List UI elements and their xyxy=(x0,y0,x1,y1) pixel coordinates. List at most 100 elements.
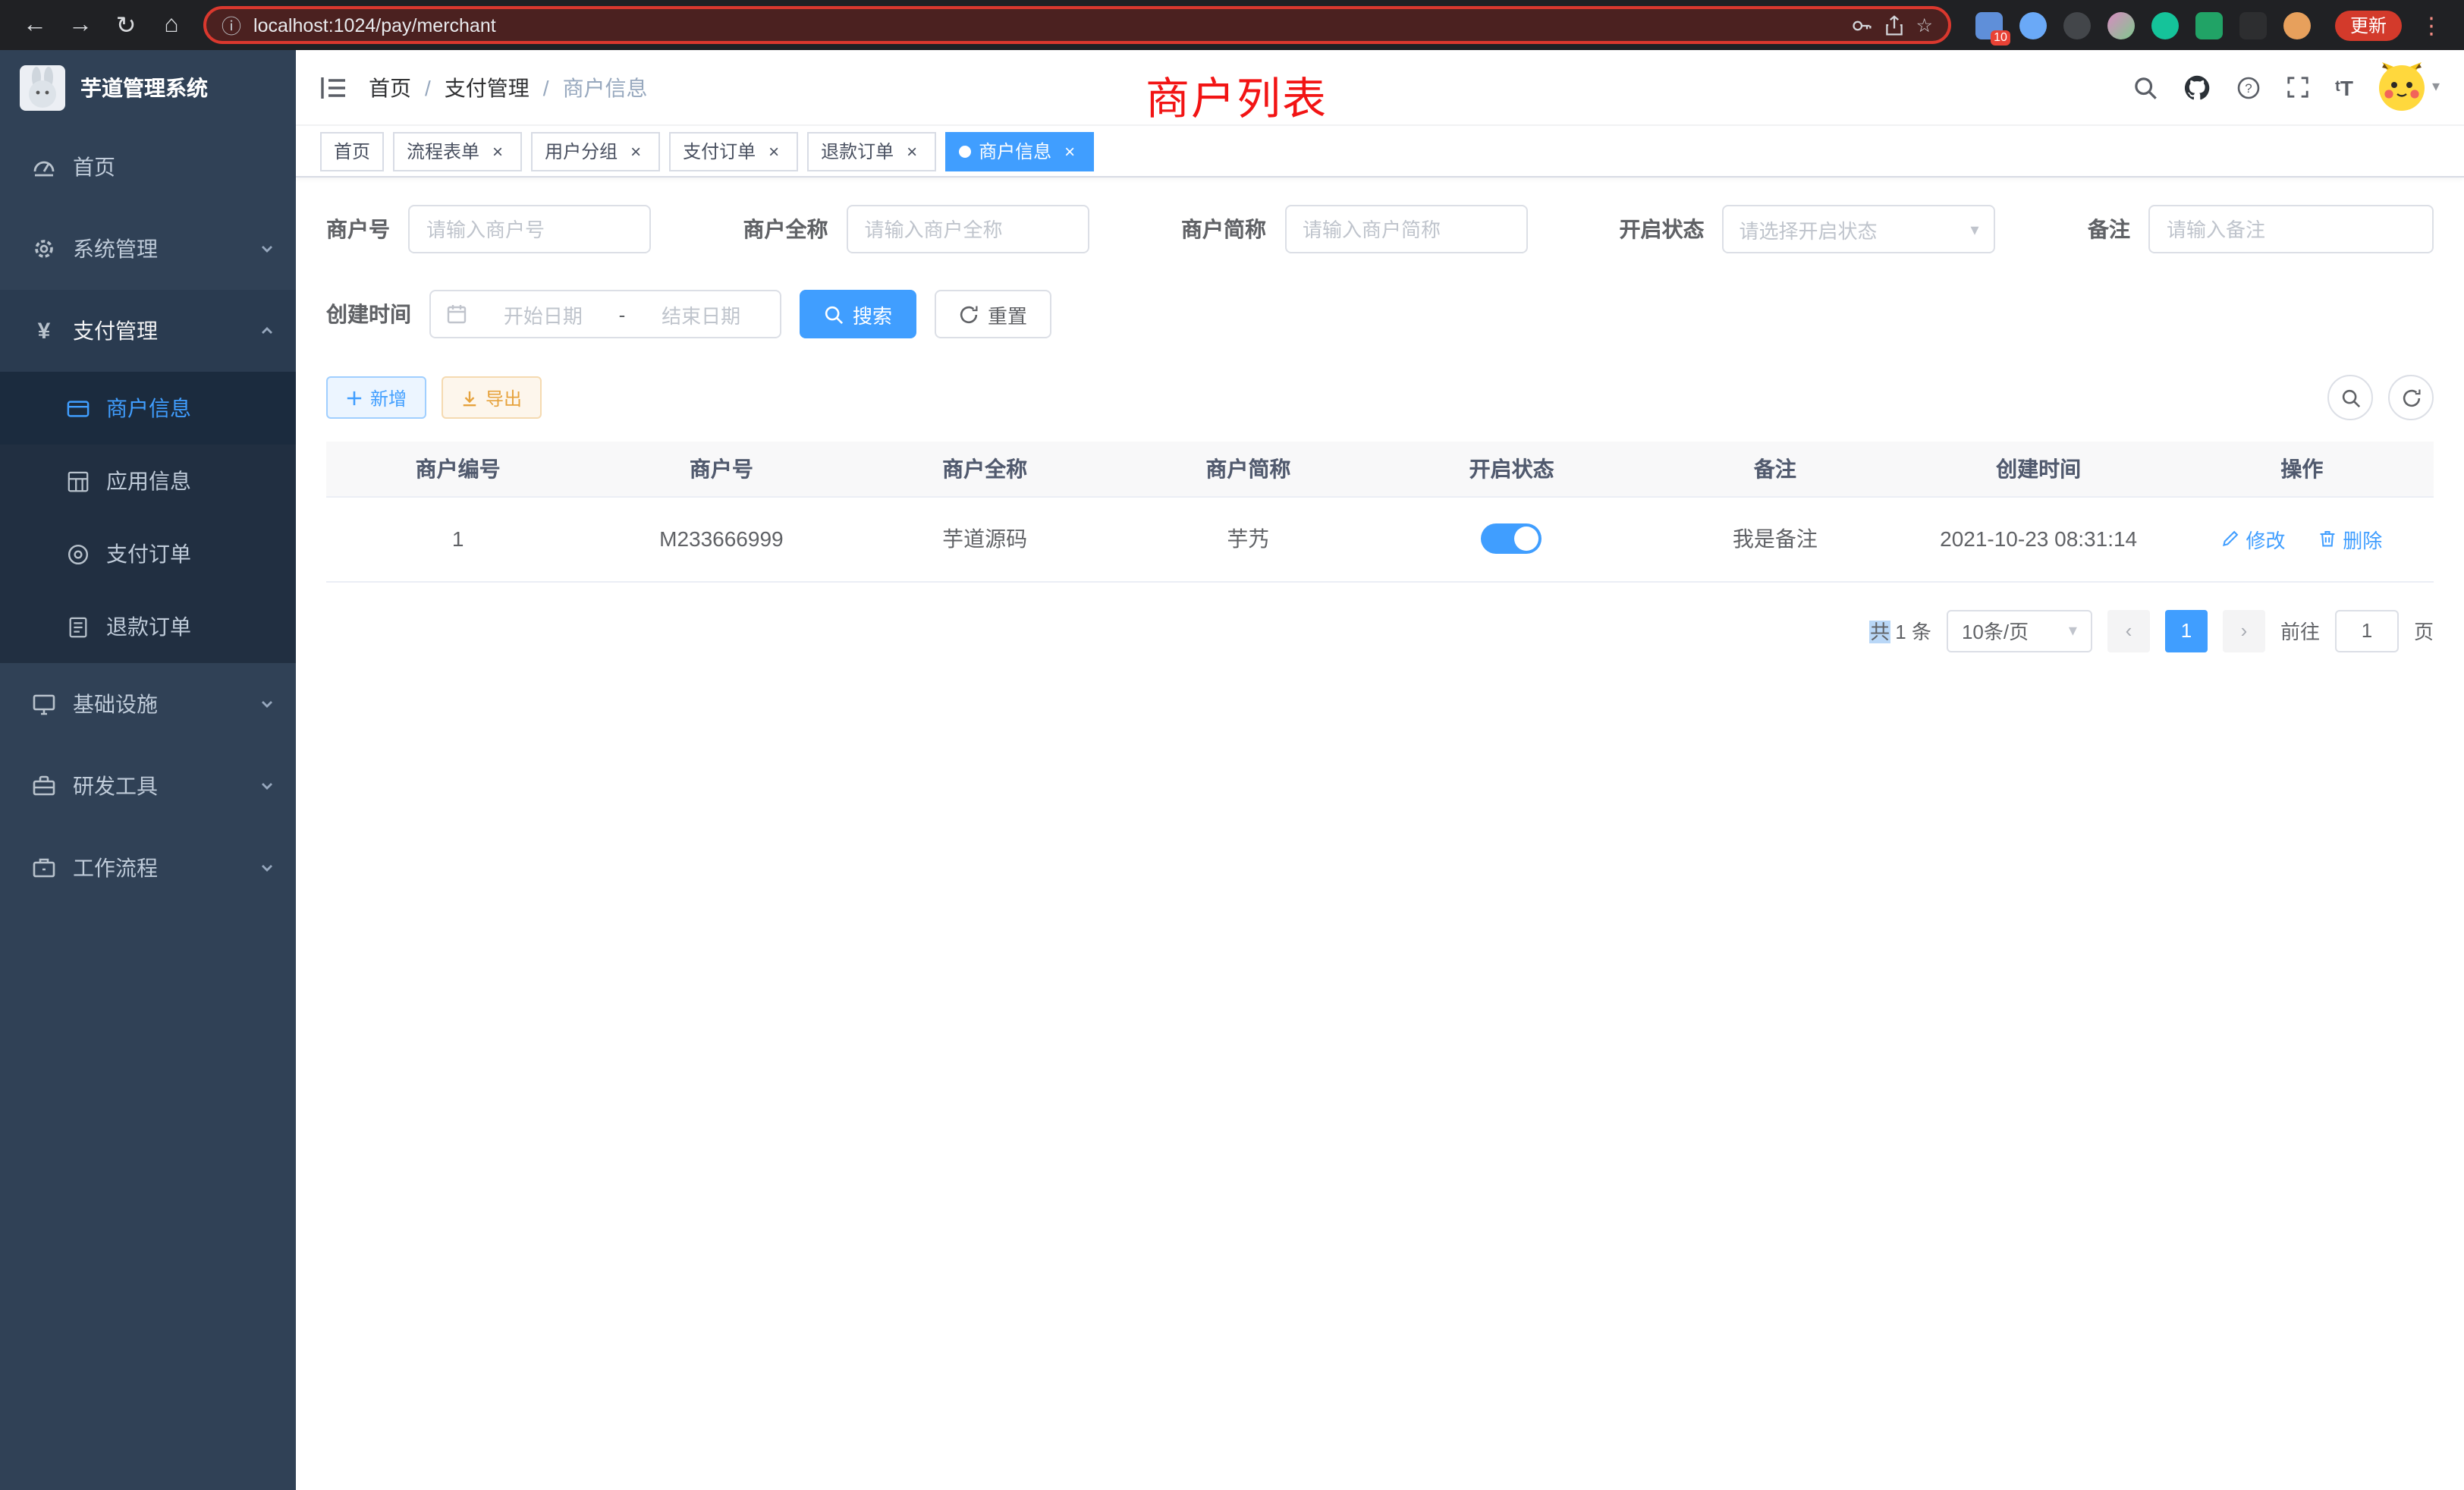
browser-extension-icon[interactable]: 10 xyxy=(1975,11,2003,39)
sidebar-item-dev-tools[interactable]: 研发工具 xyxy=(0,745,296,827)
browser-profile-avatar[interactable] xyxy=(2283,11,2311,39)
date-range-picker[interactable]: 开始日期 - 结束日期 xyxy=(429,290,781,338)
hide-search-button[interactable] xyxy=(2327,375,2373,420)
tab-user-group[interactable]: 用户分组 × xyxy=(531,131,660,171)
sidebar-item-infrastructure[interactable]: 基础设施 xyxy=(0,663,296,745)
export-button[interactable]: 导出 xyxy=(442,376,542,419)
breadcrumb-item[interactable]: 首页 xyxy=(369,72,411,102)
help-icon[interactable]: ? xyxy=(2236,75,2261,99)
next-page-button[interactable]: › xyxy=(2223,609,2265,652)
sidebar-item-payment[interactable]: ¥ 支付管理 xyxy=(0,290,296,372)
pagination: 共 1 条 10条/页 ▾ ‹ 1 › 前往 页 xyxy=(326,609,2434,652)
browser-home-icon[interactable]: ⌂ xyxy=(152,5,191,45)
tab-close-icon[interactable]: × xyxy=(901,140,922,162)
reset-button[interactable]: 重置 xyxy=(935,290,1051,338)
breadcrumb: 首页 / 支付管理 / 商户信息 xyxy=(369,72,648,102)
browser-menu-icon[interactable]: ⋮ xyxy=(2414,11,2449,39)
delete-link[interactable]: 删除 xyxy=(2318,524,2382,553)
short-name-input[interactable] xyxy=(1284,205,1527,253)
user-menu[interactable]: ▾ xyxy=(2379,64,2440,110)
status-toggle[interactable] xyxy=(1482,523,1542,554)
app-window: 芋道管理系统 首页 系统管理 ¥ 支付管理 xyxy=(0,50,2464,1490)
filter-merchant-no: 商户号 xyxy=(326,205,651,253)
edit-link[interactable]: 修改 xyxy=(2221,524,2285,553)
sidebar-item-merchant-info[interactable]: 商户信息 xyxy=(0,372,296,445)
share-icon[interactable] xyxy=(1884,14,1904,36)
merchant-name-input[interactable] xyxy=(847,205,1089,253)
browser-reload-icon[interactable]: ↻ xyxy=(106,5,146,45)
key-icon[interactable] xyxy=(1851,14,1872,36)
search-button[interactable]: 搜索 xyxy=(800,290,916,338)
column-header: 创建时间 xyxy=(1907,442,2170,496)
info-icon[interactable]: ⓘ xyxy=(222,11,241,39)
browser-back-icon[interactable]: ← xyxy=(15,5,55,45)
merchant-no-input[interactable] xyxy=(408,205,651,253)
pagination-total: 共 1 条 xyxy=(1870,616,1931,645)
sidebar-item-pay-order[interactable]: 支付订单 xyxy=(0,517,296,590)
tab-label: 支付订单 xyxy=(683,138,756,164)
font-size-icon[interactable]: tT xyxy=(2335,75,2353,99)
plus-icon xyxy=(346,389,363,406)
search-button-label: 搜索 xyxy=(853,300,892,328)
sidebar-item-system[interactable]: 系统管理 xyxy=(0,208,296,290)
github-icon[interactable] xyxy=(2183,74,2211,101)
prev-page-button[interactable]: ‹ xyxy=(2107,609,2150,652)
cell-status xyxy=(1380,496,1643,581)
browser-update-button[interactable]: 更新 xyxy=(2335,10,2402,40)
column-header: 商户号 xyxy=(589,442,853,496)
select-placeholder: 请选择开启状态 xyxy=(1740,215,1878,244)
browser-forward-icon[interactable]: → xyxy=(61,5,100,45)
browser-extension-icon[interactable] xyxy=(2239,11,2267,39)
goto-page-input[interactable] xyxy=(2335,609,2399,652)
add-button[interactable]: 新增 xyxy=(326,376,426,419)
field-label: 商户简称 xyxy=(1181,214,1266,244)
tab-pay-order[interactable]: 支付订单 × xyxy=(669,131,798,171)
tab-merchant-info[interactable]: 商户信息 × xyxy=(945,131,1094,171)
refresh-table-button[interactable] xyxy=(2388,375,2434,420)
sidebar-group-payment: ¥ 支付管理 商户信息 应用信息 xyxy=(0,290,296,663)
extension-badge: 10 xyxy=(1991,30,2010,45)
tab-close-icon[interactable]: × xyxy=(1059,140,1080,162)
trash-icon xyxy=(2318,530,2337,548)
browser-extension-icon[interactable] xyxy=(2019,11,2047,39)
breadcrumb-item[interactable]: 支付管理 xyxy=(445,72,530,102)
table-header-row: 商户编号 商户号 商户全称 商户简称 开启状态 备注 创建时间 操作 xyxy=(326,442,2434,496)
browser-toolbar: ← → ↻ ⌂ ⓘ localhost:1024/pay/merchant ☆ … xyxy=(0,0,2464,50)
tab-close-icon[interactable]: × xyxy=(625,140,646,162)
fullscreen-icon[interactable] xyxy=(2286,76,2309,99)
field-label: 开启状态 xyxy=(1620,214,1705,244)
date-separator: - xyxy=(619,303,626,325)
tab-refund-order[interactable]: 退款订单 × xyxy=(807,131,936,171)
bookmark-star-icon[interactable]: ☆ xyxy=(1916,14,1933,36)
card-icon xyxy=(64,397,91,420)
sidebar-item-label: 支付管理 xyxy=(73,316,158,346)
pagination-total-rest: 1 条 xyxy=(1895,621,1931,643)
tab-process-form[interactable]: 流程表单 × xyxy=(393,131,522,171)
page-size-select[interactable]: 10条/页 ▾ xyxy=(1947,609,2092,652)
browser-extension-icon[interactable] xyxy=(2063,11,2091,39)
filter-form-row-2: 创建时间 开始日期 - 结束日期 搜索 xyxy=(326,290,2434,338)
sidebar-item-home[interactable]: 首页 xyxy=(0,126,296,208)
status-select[interactable]: 请选择开启状态 ▾ xyxy=(1723,205,1996,253)
chevron-down-icon xyxy=(259,860,275,875)
tab-close-icon[interactable]: × xyxy=(487,140,508,162)
sidebar-fold-icon[interactable] xyxy=(320,75,347,99)
browser-extension-icon[interactable] xyxy=(2107,11,2135,39)
tab-home[interactable]: 首页 xyxy=(320,131,384,171)
sidebar-item-refund-order[interactable]: 退款订单 xyxy=(0,590,296,663)
page-number-button[interactable]: 1 xyxy=(2165,609,2208,652)
yen-icon: ¥ xyxy=(30,318,58,344)
sidebar-item-workflow[interactable]: 工作流程 xyxy=(0,827,296,909)
app-logo[interactable]: 芋道管理系统 xyxy=(0,50,296,126)
field-label: 商户号 xyxy=(326,214,390,244)
browser-extension-icon[interactable] xyxy=(2151,11,2179,39)
url-text[interactable]: localhost:1024/pay/merchant xyxy=(253,14,1839,36)
search-icon[interactable] xyxy=(2133,75,2158,99)
tab-close-icon[interactable]: × xyxy=(763,140,784,162)
address-bar[interactable]: ⓘ localhost:1024/pay/merchant ☆ xyxy=(203,6,1951,44)
browser-extension-icon[interactable] xyxy=(2195,11,2223,39)
tab-label: 退款订单 xyxy=(821,138,894,164)
remark-input[interactable] xyxy=(2148,205,2434,253)
sidebar-item-app-info[interactable]: 应用信息 xyxy=(0,445,296,517)
refresh-icon xyxy=(959,304,979,324)
